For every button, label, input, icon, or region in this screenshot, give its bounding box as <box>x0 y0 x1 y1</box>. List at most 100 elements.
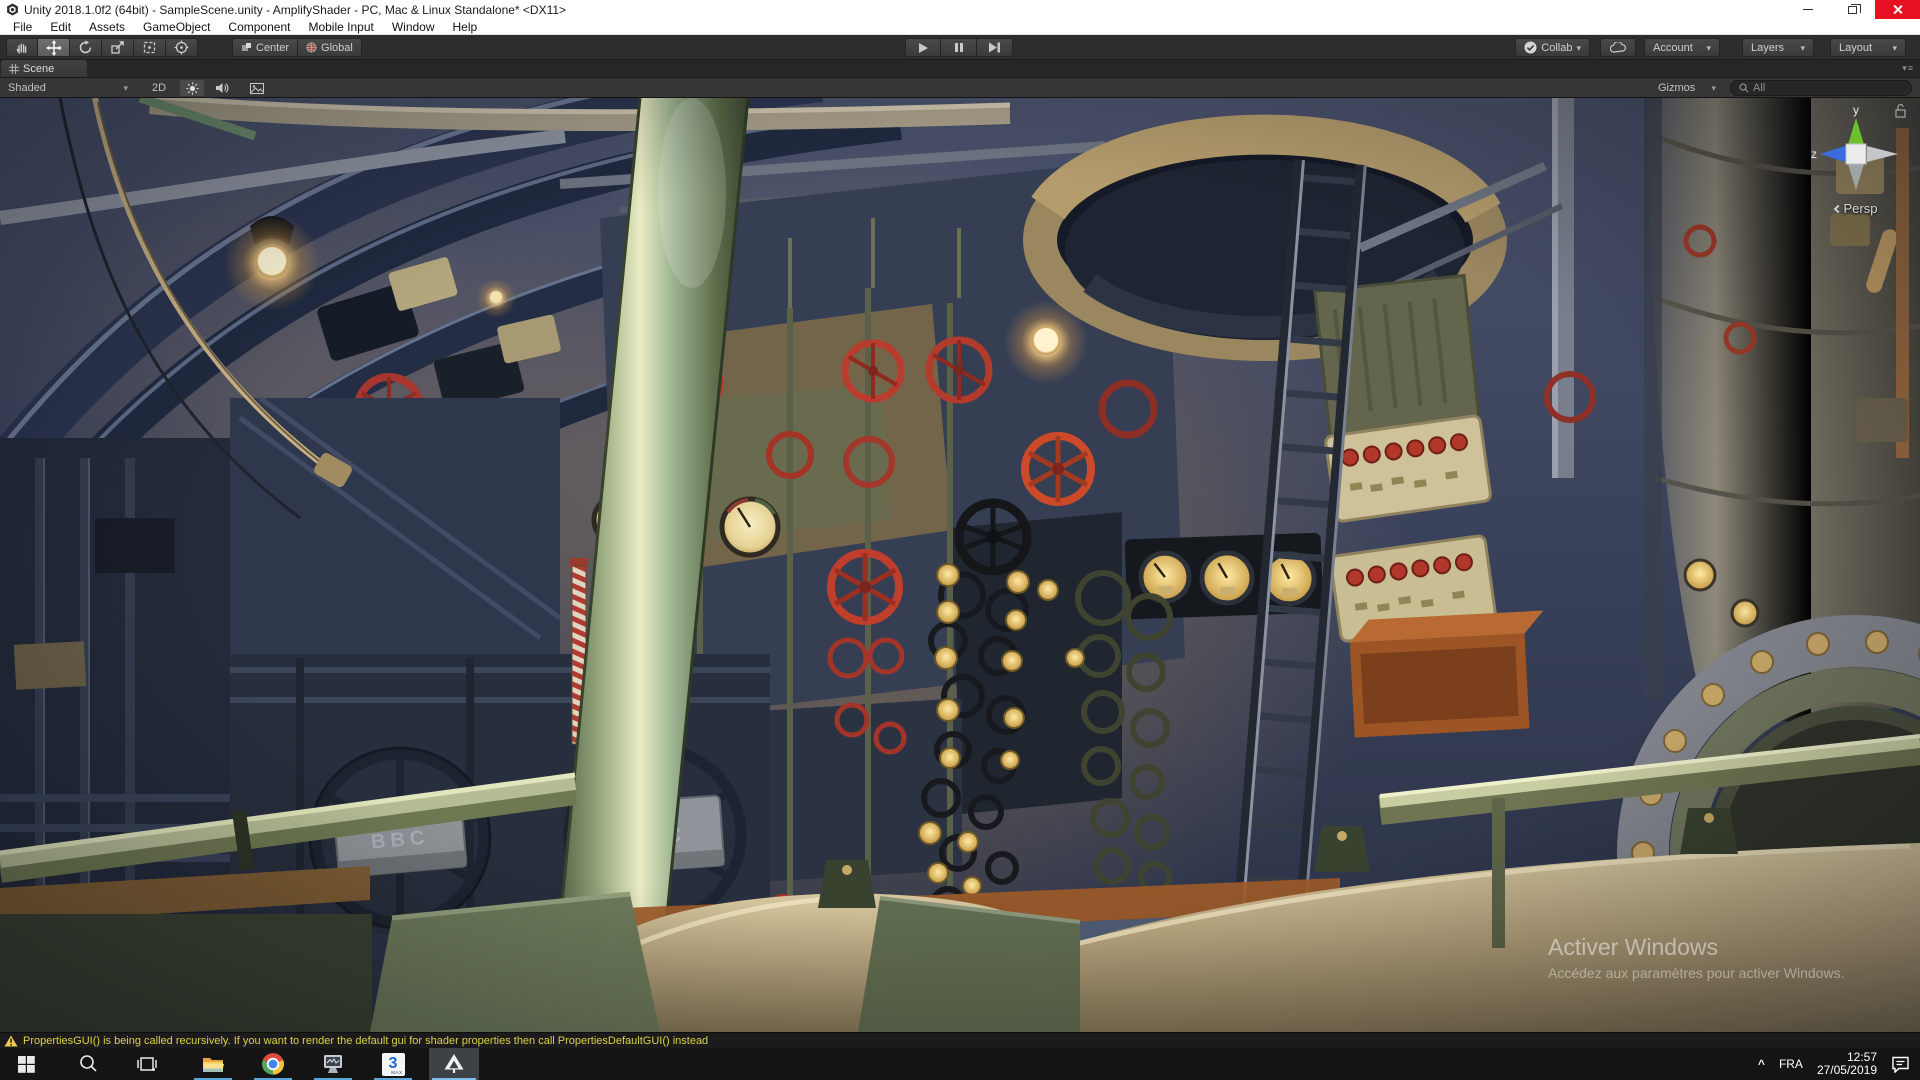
axis-z-label: z <box>1811 147 1817 161</box>
taskbar-clock[interactable]: 12:57 27/05/2019 <box>1817 1051 1877 1077</box>
account-dropdown[interactable]: Account <box>1644 38 1720 57</box>
tab-scene[interactable]: Scene <box>1 60 87 77</box>
menu-bar: File Edit Assets GameObject Component Mo… <box>0 19 1920 35</box>
language-indicator[interactable]: FRA <box>1779 1057 1803 1071</box>
vignette <box>0 98 1920 1032</box>
chrome-icon <box>262 1053 284 1075</box>
scene-control-bar: Shaded 2D Gizmos All <box>0 78 1920 98</box>
speaker-icon <box>215 82 229 94</box>
transform-tool-button[interactable] <box>166 38 198 57</box>
projection-label[interactable]: Persp <box>1804 201 1908 216</box>
sun-icon <box>186 82 199 95</box>
move-tool-button[interactable] <box>38 38 70 57</box>
task-view-button[interactable] <box>125 1048 169 1080</box>
minimize-icon <box>1803 9 1813 10</box>
tab-options-icon[interactable]: ▾≡ <box>1902 63 1914 74</box>
maximize-button[interactable] <box>1830 0 1875 19</box>
rect-tool-button[interactable] <box>134 38 166 57</box>
photos-app-button[interactable] <box>311 1048 355 1080</box>
axis-z-cone[interactable] <box>1820 145 1848 163</box>
gizmos-caret <box>1711 82 1716 94</box>
transform-tools-group <box>6 38 198 57</box>
2d-toggle-button[interactable]: 2D <box>146 80 172 96</box>
lock-icon[interactable] <box>1896 105 1905 118</box>
tray-expand-chevron[interactable]: ^ <box>1758 1057 1765 1071</box>
close-button[interactable] <box>1875 0 1920 19</box>
windows-logo-icon <box>18 1056 35 1073</box>
step-button[interactable] <box>977 38 1013 57</box>
3dsmax-button[interactable]: 3 MAX <box>371 1048 415 1080</box>
audio-toggle-button[interactable] <box>210 80 234 96</box>
window-title: Unity 2018.1.0f2 (64bit) - SampleScene.u… <box>24 3 566 17</box>
step-icon <box>988 42 1001 53</box>
restore-icon <box>1848 6 1857 14</box>
chrome-button[interactable] <box>251 1048 295 1080</box>
pause-button[interactable] <box>941 38 977 57</box>
layers-dropdown[interactable]: Layers <box>1742 38 1814 57</box>
axis-down-cone[interactable] <box>1848 164 1864 190</box>
projection-chevron-icon <box>1833 204 1841 212</box>
play-icon <box>917 42 929 54</box>
scale-icon <box>110 40 125 55</box>
draw-mode-caret <box>123 82 128 94</box>
unity-app-icon <box>6 3 19 16</box>
photos-app-icon <box>322 1054 344 1074</box>
start-button[interactable] <box>4 1048 48 1080</box>
collab-button[interactable]: Collab <box>1515 38 1590 57</box>
view-tabstrip: Scene ▾≡ <box>0 60 1920 78</box>
move-icon <box>46 40 62 56</box>
warning-icon <box>4 1035 18 1047</box>
scene-search-input[interactable]: All <box>1730 80 1912 96</box>
pivot-mode-button[interactable]: Center <box>232 38 298 57</box>
close-icon <box>1892 4 1903 15</box>
scale-tool-button[interactable] <box>102 38 134 57</box>
menu-gameobject[interactable]: GameObject <box>134 20 219 34</box>
cloud-button[interactable] <box>1600 38 1636 57</box>
axis-x-cone[interactable] <box>1867 146 1898 162</box>
search-icon <box>1739 83 1749 93</box>
rotate-tool-button[interactable] <box>70 38 102 57</box>
grid-icon <box>9 64 19 74</box>
taskbar-search-button[interactable] <box>66 1048 110 1080</box>
space-mode-button[interactable]: Global <box>298 38 362 57</box>
menu-component[interactable]: Component <box>219 20 299 34</box>
axis-y-label: y <box>1853 103 1859 117</box>
account-group: Account <box>1644 38 1720 57</box>
hand-tool-button[interactable] <box>6 38 38 57</box>
globe-icon <box>306 42 317 53</box>
minimize-button[interactable] <box>1785 0 1830 19</box>
scene-viewport[interactable]: BBC BBC <box>0 98 1920 1032</box>
hand-icon <box>15 41 29 55</box>
unity-toolbar: Center Global Collab Account <box>0 35 1920 60</box>
3dsmax-icon: 3 MAX <box>382 1053 405 1076</box>
notification-center-icon[interactable] <box>1891 1056 1910 1073</box>
gizmo-cube[interactable] <box>1846 144 1866 164</box>
menu-file[interactable]: File <box>4 20 41 34</box>
menu-help[interactable]: Help <box>444 20 487 34</box>
menu-window[interactable]: Window <box>383 20 444 34</box>
file-explorer-icon <box>202 1055 224 1073</box>
search-icon <box>78 1054 98 1074</box>
collab-group: Collab <box>1515 38 1590 57</box>
unity-taskbar-button[interactable] <box>429 1048 479 1080</box>
layers-group: Layers <box>1742 38 1814 57</box>
play-button[interactable] <box>905 38 941 57</box>
console-status-bar[interactable]: PropertiesGUI() is being called recursiv… <box>0 1032 1920 1048</box>
playmode-group <box>905 38 1013 57</box>
menu-assets[interactable]: Assets <box>80 20 134 34</box>
system-tray: ^ FRA 12:57 27/05/2019 <box>1758 1048 1920 1080</box>
cloud-group <box>1600 38 1636 57</box>
layers-caret <box>1800 42 1805 54</box>
menu-mobile-input[interactable]: Mobile Input <box>299 20 382 34</box>
collab-caret <box>1576 42 1581 54</box>
task-view-icon <box>137 1055 157 1073</box>
gizmos-dropdown[interactable]: Gizmos <box>1652 80 1722 96</box>
effects-dropdown-button[interactable] <box>240 80 274 96</box>
lighting-toggle-button[interactable] <box>180 80 204 96</box>
menu-edit[interactable]: Edit <box>41 20 80 34</box>
layout-dropdown[interactable]: Layout <box>1830 38 1906 57</box>
file-explorer-button[interactable] <box>191 1048 235 1080</box>
draw-mode-dropdown[interactable]: Shaded <box>2 80 134 96</box>
rect-tool-icon <box>142 40 157 55</box>
windows-taskbar: 3 MAX ^ FRA 12:57 27/05/2019 <box>0 1048 1920 1080</box>
